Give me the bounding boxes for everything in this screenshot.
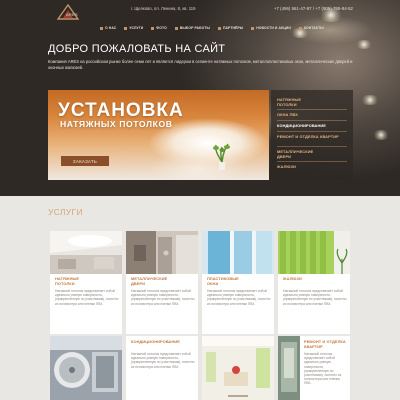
card-text: Натяжной потолок представляет собой идеа… [55, 289, 119, 306]
side-menu-item-conditioning[interactable]: КОНДИЦИОНИРОВАНИЕ [277, 123, 326, 129]
service-card-repair[interactable]: РЕМОНТ И ОТДЕЛКА КВАРТИР Натяжной потоло… [278, 336, 350, 400]
card-title: ЖАЛЮЗИ [283, 276, 302, 281]
card-title: ПЛАСТИКОВЫЕ ОКНА [207, 276, 239, 286]
side-menu-item-windows[interactable]: ОКНА ПВХ [277, 112, 298, 118]
header-address: г. Щелково, пл. Ленина, 8, кв. 119 [131, 6, 196, 11]
services-heading: УСЛУГИ [48, 207, 83, 217]
nav-item-contacts[interactable]: КОНТАКТЫ [298, 23, 324, 33]
card-title: РЕМОНТ И ОТДЕЛКА КВАРТИР [304, 339, 346, 349]
service-card-doors[interactable]: МЕТАЛЛИЧЕСКИЕ ДВЕРИ Натяжной потолок пре… [126, 231, 198, 334]
nav-bullet-icon [151, 26, 155, 30]
card-title: КОНДИЦИОНИРОВАНИЕ [131, 339, 180, 344]
ceiling-light [372, 130, 390, 140]
nav-item-about[interactable]: О НАС [100, 23, 116, 33]
nav-bullet-icon [100, 26, 103, 30]
side-menu-item-blinds[interactable]: ЖАЛЮЗИ [277, 164, 296, 170]
side-menu-item-ceilings[interactable]: НАТЯЖНЫЕ ПОТОЛКИ [277, 97, 317, 108]
nav-label: ПАРТНЁРЫ [222, 26, 244, 30]
card-image [278, 231, 350, 274]
order-button[interactable]: ЗАКАЗАТЬ [61, 156, 109, 166]
nav-bullet-icon [251, 26, 255, 30]
card-text: Натяжной потолок представляет собой идеа… [207, 289, 271, 306]
nav-item-partners[interactable]: ПАРТНЁРЫ [217, 23, 244, 33]
services-side-menu: НАТЯЖНЫЕ ПОТОЛКИ ОКНА ПВХ КОНДИЦИОНИРОВА… [271, 90, 353, 180]
plant-image [213, 143, 230, 170]
site-header: ARES г. Щелково, пл. Ленина, 8, кв. 119 … [0, 0, 400, 40]
nav-label: УСЛУГИ [129, 26, 144, 30]
side-menu-item-repair[interactable]: РЕМОНТ И ОТДЕЛКА КВАРТИР [277, 134, 349, 140]
card-image [278, 336, 300, 400]
promo-banner[interactable]: УСТАНОВКА НАТЯЖНЫХ ПОТОЛКОВ ЗАКАЗАТЬ [48, 90, 269, 180]
logo-text: ARES [66, 12, 78, 17]
nav-bullet-icon [174, 26, 178, 30]
main-nav: О НАС УСЛУГИ ФОТО ВЫБОР РАБОТЫ ПАРТНЁРЫ … [100, 23, 324, 33]
page-title: ДОБРО ПОЖАЛОВАТЬ НА САЙТ [48, 43, 226, 55]
card-text: Натяжной потолок представляет собой идеа… [131, 289, 195, 306]
card-image [50, 231, 122, 274]
nav-item-news[interactable]: НОВОСТИ И АКЦИИ [251, 23, 291, 33]
ceiling-light [355, 40, 373, 49]
service-card-conditioning-image[interactable] [50, 336, 122, 400]
nav-label: О НАС [105, 26, 117, 30]
card-image [126, 231, 198, 274]
ceiling-light [360, 95, 380, 105]
nav-item-services[interactable]: УСЛУГИ [124, 23, 143, 33]
nav-label: КОНТАКТЫ [303, 26, 324, 30]
nav-label: ВЫБОР РАБОТЫ [179, 26, 210, 30]
service-card-blinds[interactable]: ЖАЛЮЗИ Натяжной потолок представляет соб… [278, 231, 350, 334]
side-menu-item-doors[interactable]: МЕТАЛЛИЧЕСКИЕ ДВЕРИ [277, 149, 317, 160]
card-text: Натяжной потолок представляет собой идеа… [304, 352, 342, 386]
service-card-interior-image[interactable] [202, 336, 274, 400]
card-title: НАТЯЖНЫЕ ПОТОЛКИ [55, 276, 80, 286]
nav-bullet-icon [124, 26, 128, 30]
card-text: Натяжной потолок представляет собой идеа… [283, 289, 347, 306]
service-card-conditioning[interactable]: КОНДИЦИОНИРОВАНИЕ Натяжной потолок предс… [126, 336, 198, 400]
divider [277, 109, 347, 110]
card-image [202, 231, 274, 274]
card-image [202, 336, 274, 400]
header-phones: +7 (496) 561-47-97 / +7 (905) 795-84-52 [273, 6, 353, 11]
nav-label: ФОТО [156, 26, 167, 30]
intro-text: Компания ARES на российском рынке более … [48, 59, 353, 70]
nav-item-photo[interactable]: ФОТО [151, 23, 167, 33]
divider [277, 161, 347, 162]
card-text: Натяжной потолок представляет собой идеа… [131, 352, 195, 369]
nav-item-works[interactable]: ВЫБОР РАБОТЫ [174, 23, 210, 33]
service-card-ceilings[interactable]: НАТЯЖНЫЕ ПОТОЛКИ Натяжной потолок предст… [50, 231, 122, 334]
divider [277, 120, 347, 121]
service-card-windows[interactable]: ПЛАСТИКОВЫЕ ОКНА Натяжной потолок предст… [202, 231, 274, 334]
divider [277, 131, 347, 132]
card-image [50, 336, 122, 400]
banner-subtitle: НАТЯЖНЫХ ПОТОЛКОВ [60, 119, 173, 129]
nav-label: НОВОСТИ И АКЦИИ [256, 26, 291, 30]
divider [277, 146, 347, 147]
nav-bullet-icon [298, 26, 302, 30]
card-title: МЕТАЛЛИЧЕСКИЕ ДВЕРИ [131, 276, 168, 286]
nav-bullet-icon [217, 26, 221, 30]
